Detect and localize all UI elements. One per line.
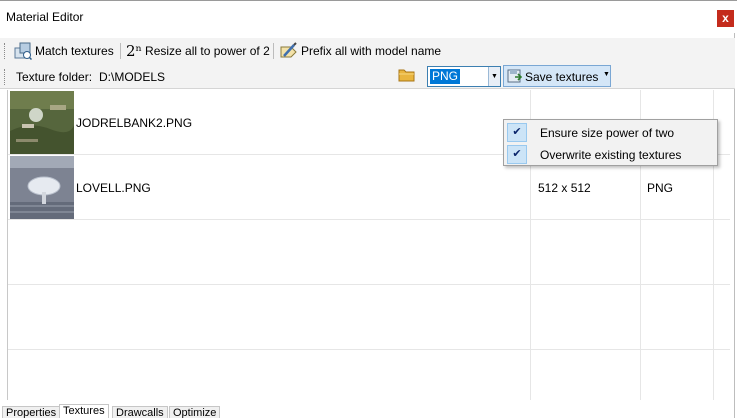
- folder-icon: [398, 69, 415, 82]
- match-textures-label: Match textures: [35, 44, 114, 58]
- match-textures-icon: [14, 42, 32, 60]
- title-bar: Material Editor x: [0, 0, 737, 33]
- save-textures-icon: [507, 69, 523, 83]
- toolbar-separator: [273, 43, 274, 59]
- folder-toolbar: Texture folder: D:\MODELS PNG ▼ Save tex…: [0, 64, 735, 89]
- empty-row: [8, 220, 730, 285]
- prefix-model-name-button[interactable]: Prefix all with model name: [280, 42, 441, 60]
- texture-thumbnail: [10, 156, 74, 219]
- bottom-tab-strip: Properties Textures Drawcalls Optimize: [0, 404, 737, 418]
- close-button[interactable]: x: [717, 10, 734, 27]
- action-toolbar: Match textures 2ⁿ Resize all to power of…: [0, 38, 735, 64]
- tab-properties[interactable]: Properties: [2, 406, 61, 418]
- prefix-label: Prefix all with model name: [301, 44, 442, 58]
- browse-folder-button[interactable]: [398, 67, 418, 85]
- texture-name: LOVELL.PNG: [76, 181, 151, 195]
- checkmark-icon: ✔: [507, 145, 527, 164]
- save-textures-button[interactable]: Save textures ▼: [503, 65, 611, 87]
- menu-item-overwrite-existing[interactable]: ✔ Overwrite existing textures: [506, 144, 716, 165]
- material-editor-window: Match textures 2ⁿ Resize all to power of…: [0, 33, 735, 418]
- checkmark-icon: ✔: [507, 123, 527, 142]
- empty-row: [8, 285, 730, 350]
- menu-item-ensure-power-of-two[interactable]: ✔ Ensure size power of two: [506, 122, 716, 143]
- tab-textures[interactable]: Textures: [59, 404, 109, 418]
- toolbar-separator: [120, 43, 121, 59]
- pencil-label-icon: [280, 42, 297, 58]
- texture-name: JODRELBANK2.PNG: [76, 116, 193, 130]
- texture-folder-label: Texture folder:: [16, 70, 93, 84]
- power-of-two-icon: 2ⁿ: [126, 42, 143, 60]
- menu-item-label: Overwrite existing textures: [540, 148, 682, 162]
- texture-thumbnail: [10, 91, 74, 154]
- toolbar-grip[interactable]: [4, 69, 6, 85]
- tab-optimize[interactable]: Optimize: [169, 406, 221, 418]
- resize-label: Resize all to power of 2: [145, 44, 270, 58]
- texture-size: 512 x 512: [538, 181, 591, 195]
- match-textures-button[interactable]: Match textures: [14, 42, 114, 60]
- chevron-down-icon[interactable]: ▼: [603, 71, 610, 78]
- chevron-down-icon[interactable]: ▼: [488, 67, 500, 86]
- texture-format: PNG: [647, 181, 674, 195]
- tab-drawcalls[interactable]: Drawcalls: [112, 406, 168, 418]
- save-textures-label: Save textures: [525, 70, 599, 84]
- format-dropdown[interactable]: PNG ▼: [427, 66, 501, 87]
- toolbar-grip[interactable]: [4, 43, 6, 59]
- format-selected-value: PNG: [430, 69, 461, 84]
- resize-power-of-2-button[interactable]: 2ⁿ Resize all to power of 2: [126, 42, 270, 60]
- window-title: Material Editor: [6, 10, 84, 24]
- texture-folder-path[interactable]: D:\MODELS: [99, 70, 165, 84]
- save-options-menu: ✔ Ensure size power of two ✔ Overwrite e…: [503, 119, 718, 166]
- menu-item-label: Ensure size power of two: [540, 126, 675, 140]
